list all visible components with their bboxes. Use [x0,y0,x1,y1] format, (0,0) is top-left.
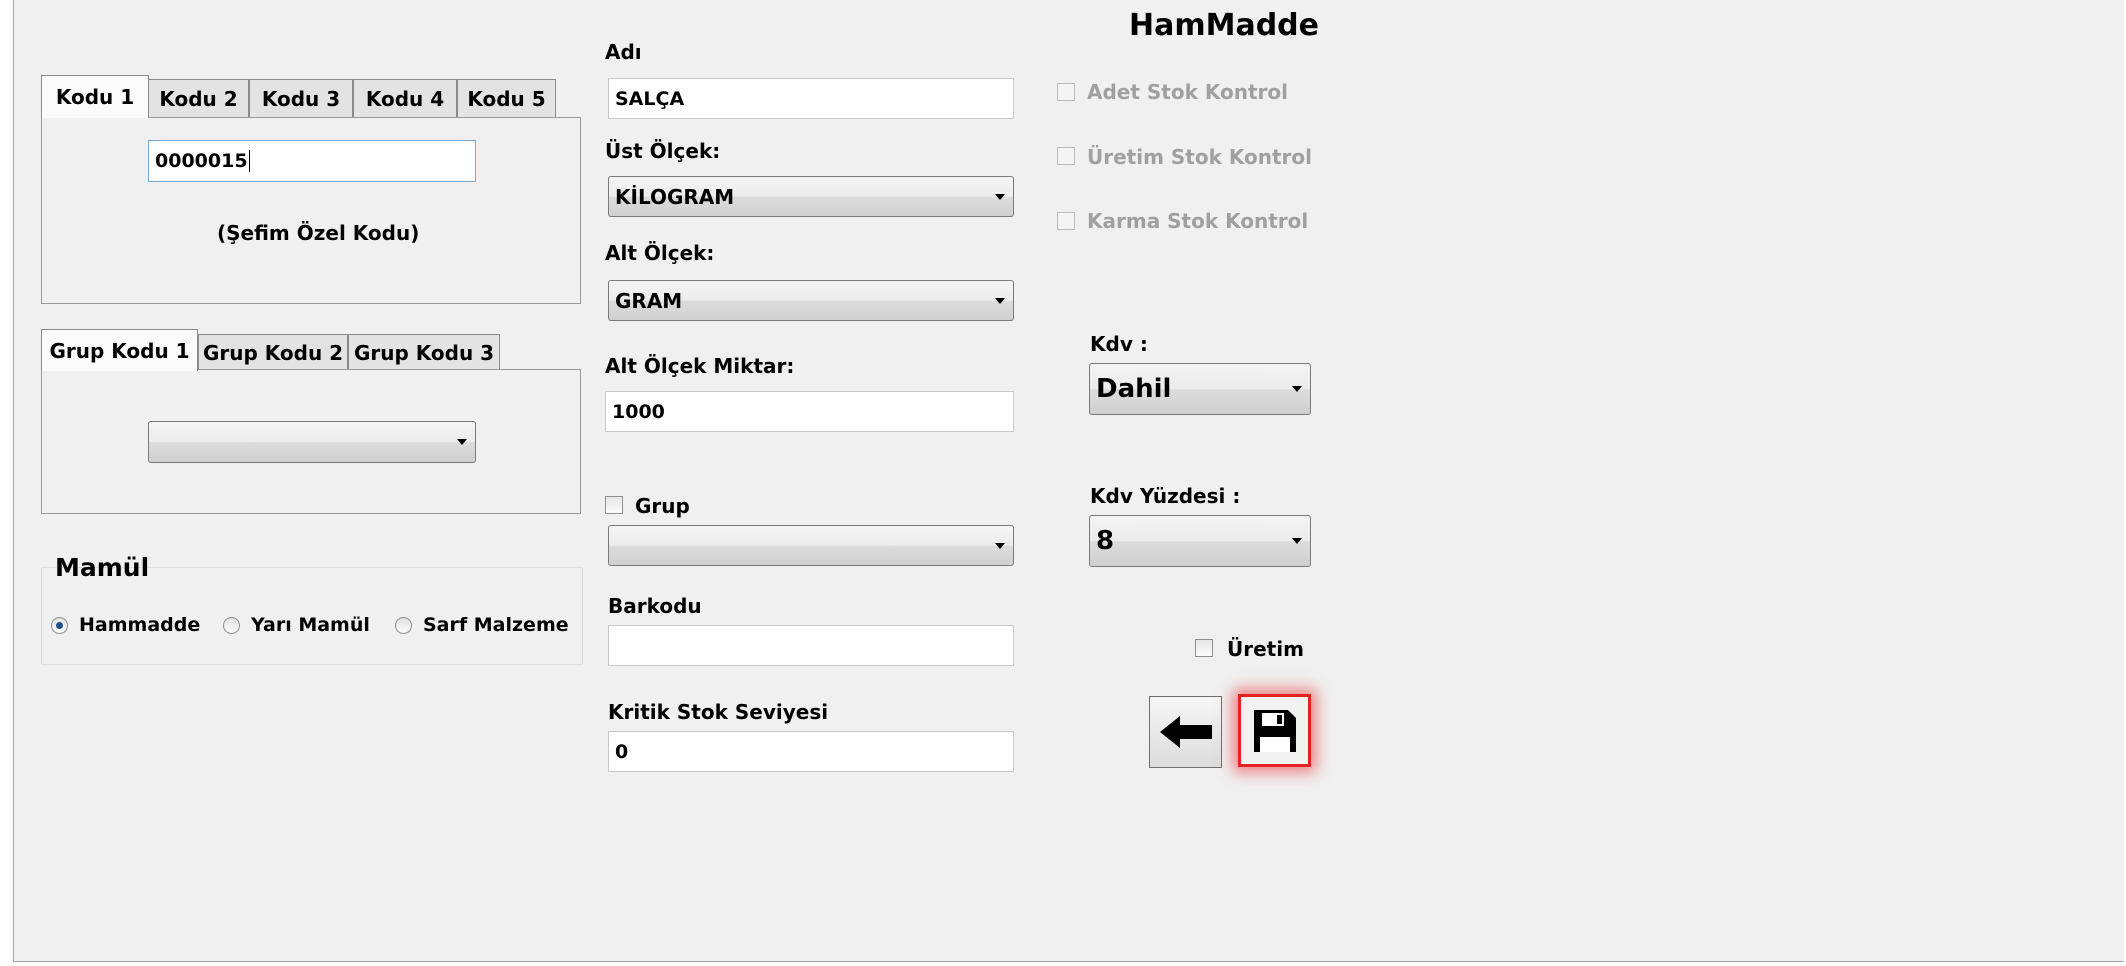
radio-hammadde-label: Hammadde [79,614,201,636]
kdv-yuzdesi-label: Kdv Yüzdesi : [1090,484,1241,508]
alt-olcek-value: GRAM [615,288,683,313]
radio-hammadde[interactable] [51,617,68,634]
uretim-stok-kontrol-checkbox[interactable] [1057,147,1075,165]
tab-grup-kodu-3[interactable]: Grup Kodu 3 [348,334,500,370]
chevron-down-icon [995,297,1005,304]
ust-olcek-dropdown[interactable]: KİLOGRAM [608,176,1014,217]
barkodu-input[interactable] [608,625,1014,666]
special-code-input[interactable]: 0000015 [148,140,476,182]
alt-olcek-miktar-label: Alt Ölçek Miktar: [605,354,795,378]
karma-stok-kontrol-label: Karma Stok Kontrol [1087,209,1309,233]
radio-yari-mamul[interactable] [223,617,240,634]
save-button[interactable] [1238,694,1311,767]
grup-dropdown[interactable] [608,525,1014,566]
kdv-yuzdesi-value: 8 [1096,526,1115,556]
adet-stok-kontrol-checkbox[interactable] [1057,83,1075,101]
ust-olcek-label: Üst Ölçek: [605,139,721,163]
kdv-dropdown[interactable]: Dahil [1089,363,1311,415]
special-code-value: 0000015 [155,150,248,172]
tab-kodu-4[interactable]: Kodu 4 [353,79,457,117]
radio-sarf-malzeme-label: Sarf Malzeme [423,614,569,636]
kritik-stok-input[interactable]: 0 [608,731,1014,772]
radio-sarf-malzeme[interactable] [395,617,412,634]
floppy-disk-icon [1253,709,1296,752]
back-button[interactable] [1149,696,1222,768]
mamul-group-title: Mamül [55,553,150,582]
radio-yari-mamul-label: Yarı Mamül [251,614,370,636]
adi-label: Adı [605,40,642,64]
chevron-down-icon [1292,386,1302,392]
chevron-down-icon [995,193,1005,200]
group-code-dropdown[interactable] [148,421,476,463]
kdv-value: Dahil [1096,374,1172,404]
arrow-left-icon [1159,716,1212,748]
tab-kodu-5[interactable]: Kodu 5 [457,79,556,117]
alt-olcek-miktar-input[interactable]: 1000 [605,391,1014,432]
tab-kodu-3[interactable]: Kodu 3 [249,79,353,117]
uretim-label: Üretim [1227,637,1304,661]
adi-input[interactable]: SALÇA [608,78,1014,119]
barkodu-label: Barkodu [608,594,702,618]
alt-olcek-dropdown[interactable]: GRAM [608,280,1014,321]
grup-label: Grup [635,494,690,518]
ust-olcek-value: KİLOGRAM [615,184,735,209]
chevron-down-icon [1292,538,1302,544]
form-title: HamMadde [1129,8,1320,43]
kdv-label: Kdv : [1090,332,1148,356]
chevron-down-icon [457,439,467,445]
alt-olcek-label: Alt Ölçek: [605,241,715,265]
tab-grup-kodu-2[interactable]: Grup Kodu 2 [198,334,348,370]
tab-grup-kodu-1[interactable]: Grup Kodu 1 [41,329,198,371]
tab-kodu-1[interactable]: Kodu 1 [41,75,149,118]
uretim-checkbox[interactable] [1195,639,1213,657]
grup-checkbox[interactable] [605,496,623,514]
chevron-down-icon [995,542,1005,549]
karma-stok-kontrol-checkbox[interactable] [1057,212,1075,230]
kdv-yuzdesi-dropdown[interactable]: 8 [1089,515,1311,567]
kritik-stok-label: Kritik Stok Seviyesi [608,700,829,724]
tab-kodu-2[interactable]: Kodu 2 [148,79,249,117]
adet-stok-kontrol-label: Adet Stok Kontrol [1087,80,1288,104]
special-code-caption: (Şefim Özel Kodu) [217,221,420,245]
uretim-stok-kontrol-label: Üretim Stok Kontrol [1087,145,1312,169]
